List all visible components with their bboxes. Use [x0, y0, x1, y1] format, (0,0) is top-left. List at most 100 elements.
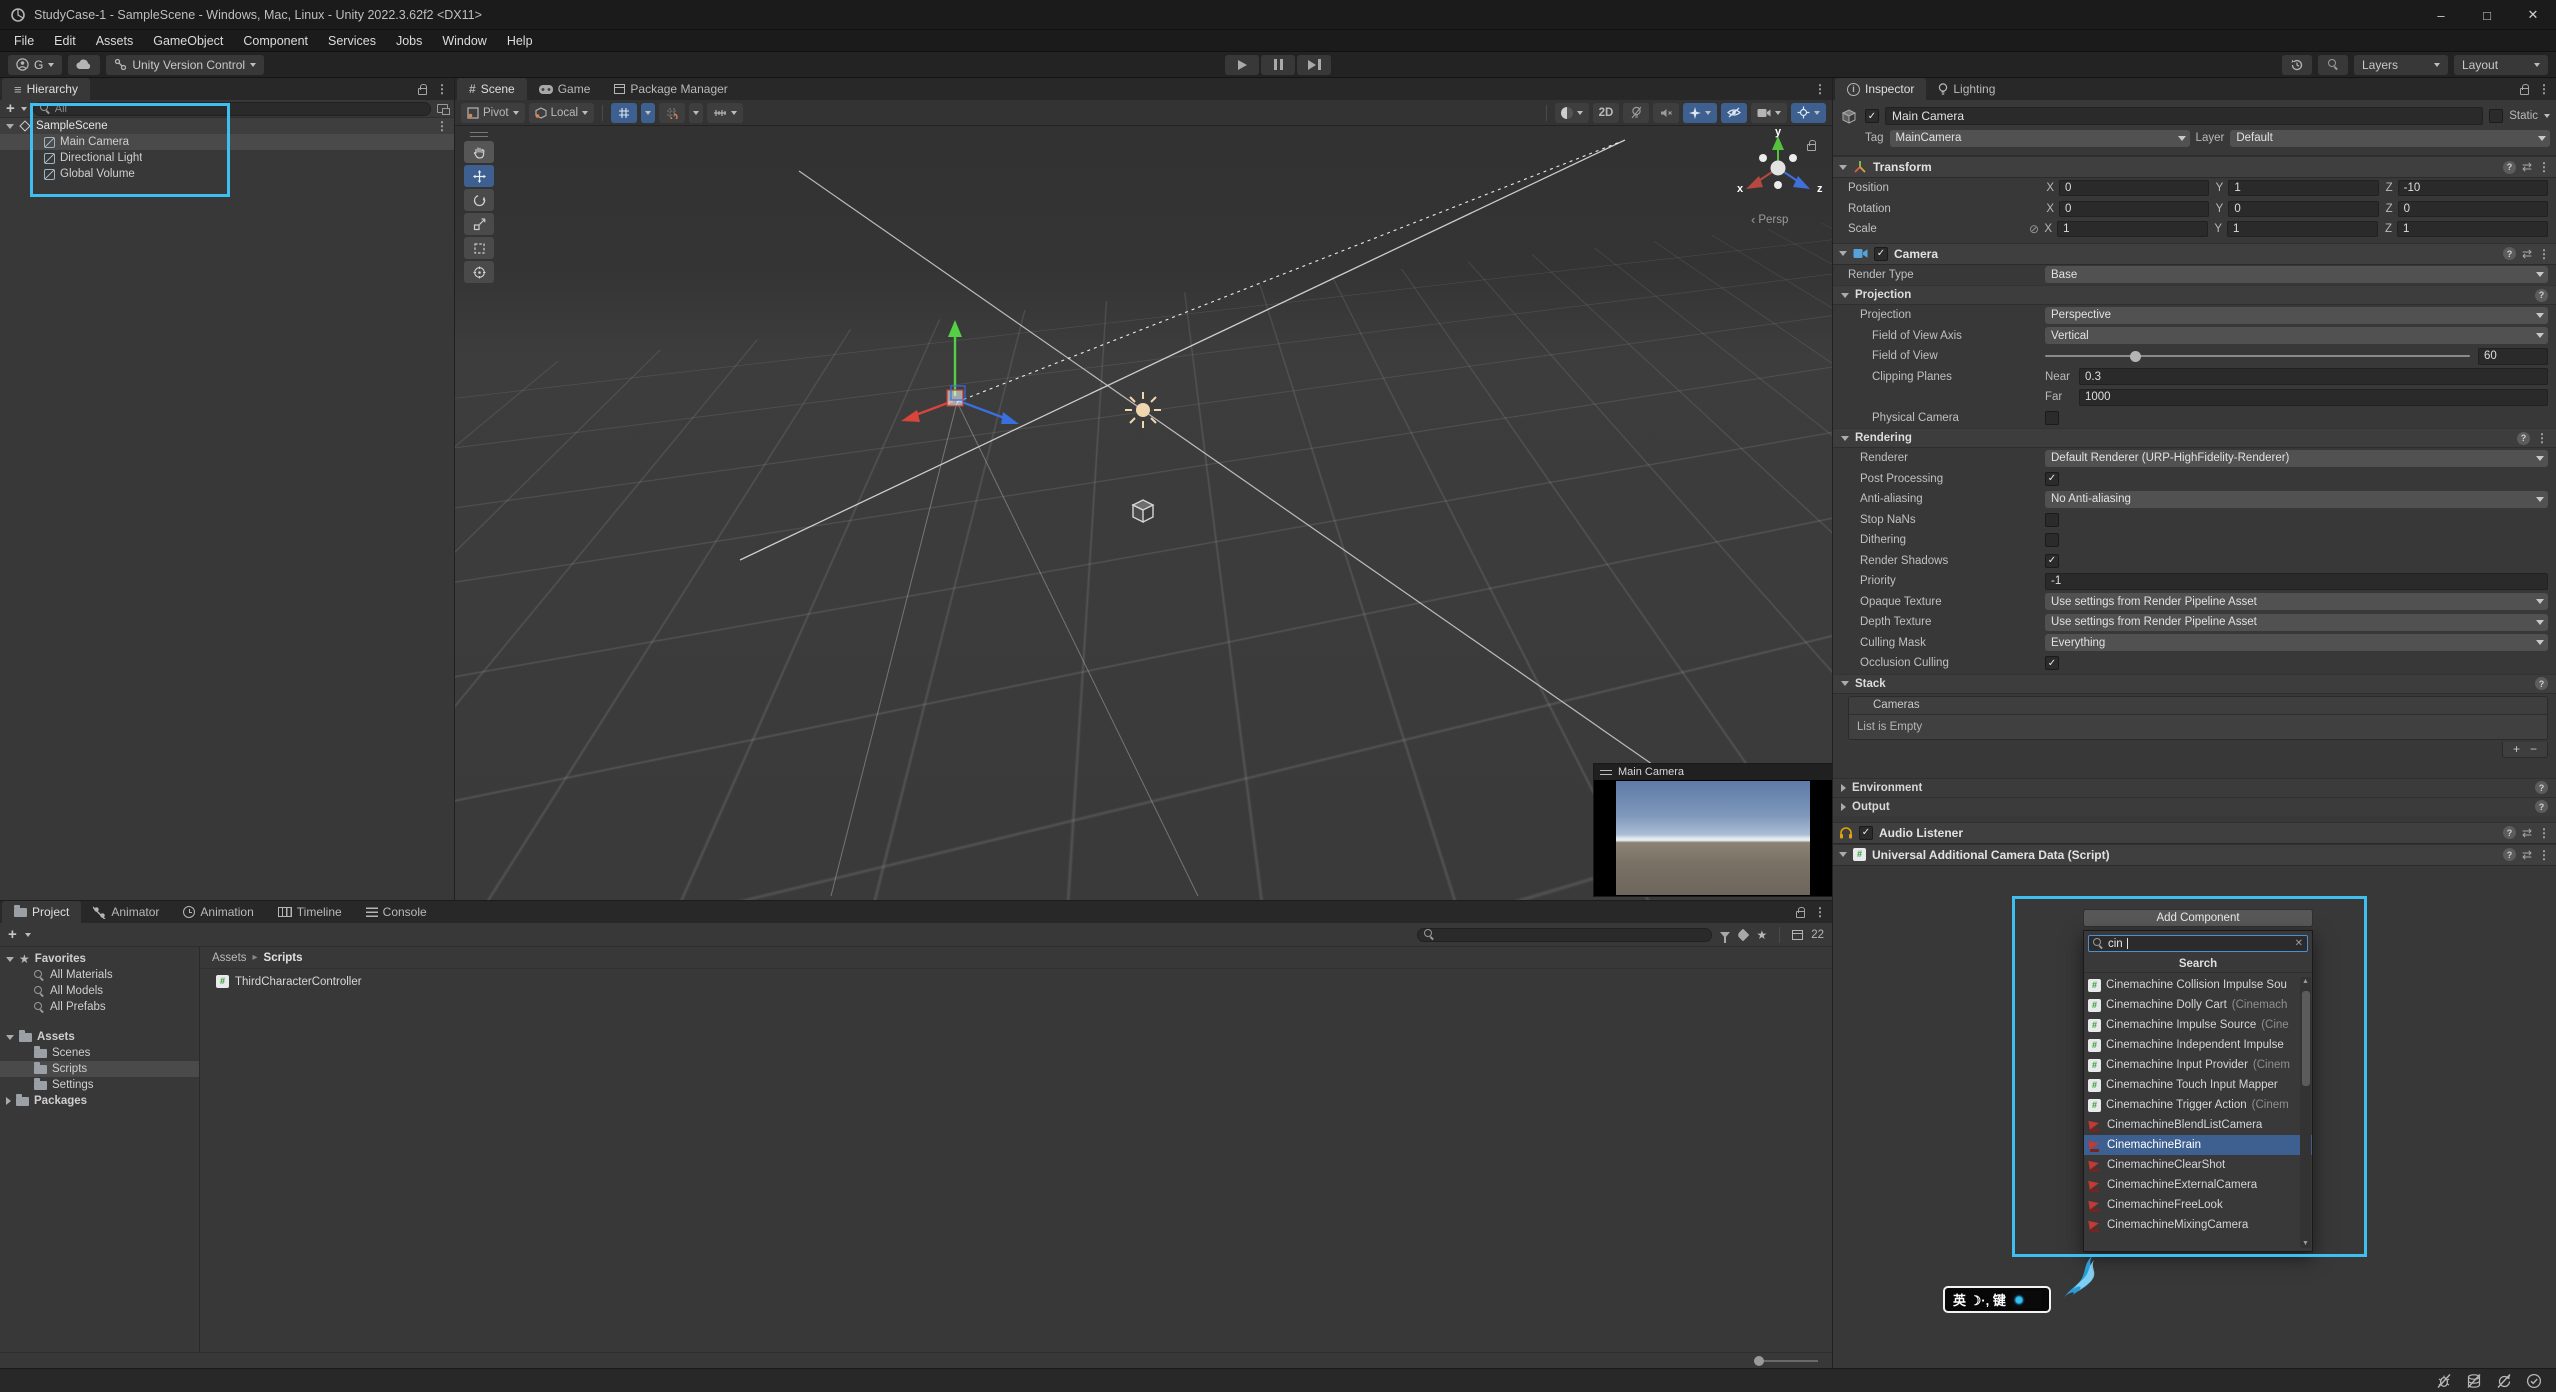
asset-file-item[interactable]: ThirdCharacterController — [200, 969, 1832, 988]
help-icon[interactable] — [2535, 781, 2548, 794]
scene-visibility-toggle[interactable] — [1721, 103, 1747, 123]
project-search[interactable] — [1417, 928, 1712, 942]
scene-lighting-toggle[interactable] — [1623, 103, 1649, 123]
menu-item[interactable]: Services — [318, 30, 386, 52]
help-icon[interactable] — [2517, 432, 2530, 445]
close-button[interactable]: ✕ — [2510, 0, 2556, 30]
snap-increment-button[interactable] — [707, 103, 743, 123]
rotate-tool-button[interactable] — [464, 189, 494, 211]
directional-light-gizmo[interactable] — [1119, 386, 1167, 434]
favorites-item[interactable]: All Prefabs — [0, 999, 199, 1015]
menu-item[interactable]: GameObject — [143, 30, 233, 52]
lock-icon[interactable] — [1796, 911, 1805, 918]
menu-item[interactable]: Help — [497, 30, 543, 52]
scene-view-tab[interactable]: Package Manager — [602, 78, 739, 100]
scene-view-tab[interactable]: Game — [527, 78, 603, 100]
asset-folder-item[interactable]: Settings — [0, 1077, 199, 1093]
cache-server-disabled-icon[interactable] — [2466, 1373, 2482, 1389]
presets-icon[interactable] — [2522, 848, 2532, 862]
menu-item[interactable]: Jobs — [386, 30, 432, 52]
priority-field[interactable]: -1 — [2045, 573, 2548, 590]
audio-listener-header[interactable]: Audio Listener — [1833, 822, 2556, 844]
foldout-icon[interactable] — [1839, 165, 1847, 170]
bottom-panel-tab[interactable]: Animator — [81, 901, 171, 923]
depth-texture-dropdown[interactable]: Use settings from Render Pipeline Asset — [2045, 614, 2548, 631]
foldout-icon[interactable] — [6, 957, 14, 962]
static-checkbox[interactable] — [2489, 109, 2503, 123]
position-y-field[interactable]: 1 — [2228, 180, 2378, 196]
scene-view-tab[interactable]: Scene — [457, 78, 527, 100]
global-volume-gizmo[interactable] — [1125, 492, 1161, 528]
foldout-icon[interactable] — [1841, 436, 1849, 441]
post-processing-checkbox[interactable] — [2045, 472, 2059, 486]
stack-add-button[interactable]: + — [2513, 743, 2520, 755]
clip-near-field[interactable]: 0.3 — [2079, 368, 2548, 385]
foldout-icon[interactable] — [1841, 681, 1849, 686]
gameobject-cube-icon[interactable] — [1839, 106, 1859, 126]
hierarchy-search-input[interactable] — [55, 103, 424, 115]
assets-row[interactable]: Assets — [0, 1029, 199, 1045]
menu-item[interactable]: Edit — [44, 30, 86, 52]
tag-dropdown[interactable]: MainCamera — [1890, 130, 2190, 147]
scroll-down-icon[interactable]: ▼ — [2300, 1240, 2311, 1247]
chevron-down-icon[interactable] — [21, 107, 27, 111]
clip-far-field[interactable]: 1000 — [2079, 389, 2548, 406]
transform-tool-button[interactable] — [464, 261, 494, 283]
create-button[interactable]: + — [6, 101, 15, 116]
version-control-button[interactable]: Unity Version Control — [106, 55, 264, 75]
component-list-item[interactable]: CinemachineFreeLook — [2084, 1195, 2312, 1215]
debugger-disabled-icon[interactable] — [2436, 1373, 2452, 1389]
packages-row[interactable]: Packages — [0, 1093, 199, 1109]
breadcrumb-current[interactable]: Scripts — [264, 952, 303, 964]
render-type-dropdown[interactable]: Base — [2045, 266, 2548, 283]
foldout-icon[interactable] — [1839, 852, 1847, 857]
scale-tool-button[interactable] — [464, 213, 494, 235]
shading-mode-dropdown[interactable] — [1555, 103, 1589, 123]
scrollbar-thumb[interactable] — [2302, 991, 2310, 1086]
fov-slider[interactable] — [2045, 355, 2470, 357]
environment-foldout[interactable]: Environment — [1833, 778, 2556, 797]
search-button[interactable] — [2318, 55, 2348, 75]
component-menu-icon[interactable] — [2538, 160, 2550, 174]
opaque-texture-dropdown[interactable]: Use settings from Render Pipeline Asset — [2045, 593, 2548, 610]
add-component-button[interactable]: Add Component — [2083, 909, 2313, 927]
camera-header[interactable]: Camera — [1833, 243, 2556, 265]
panel-menu-icon[interactable] — [436, 82, 448, 96]
renderer-dropdown[interactable]: Default Renderer (URP-HighFidelity-Rende… — [2045, 450, 2548, 467]
tab-hierarchy[interactable]: Hierarchy — [2, 78, 90, 100]
rotation-y-field[interactable]: 0 — [2228, 201, 2378, 217]
help-icon[interactable] — [2503, 848, 2516, 861]
clear-search-icon[interactable]: ✕ — [2295, 938, 2303, 949]
cloud-button[interactable] — [68, 55, 100, 75]
foldout-icon[interactable] — [6, 1035, 14, 1040]
help-icon[interactable] — [2503, 826, 2516, 839]
chevron-down-icon[interactable] — [25, 933, 31, 937]
create-asset-button[interactable]: + — [8, 927, 17, 942]
component-menu-icon[interactable] — [2538, 826, 2550, 840]
foldout-icon[interactable] — [6, 1097, 11, 1105]
menu-item[interactable]: File — [4, 30, 44, 52]
layer-dropdown[interactable]: Default — [2230, 130, 2550, 147]
gameobject-name-field[interactable]: Main Camera — [1885, 107, 2483, 125]
presets-icon[interactable] — [2522, 826, 2532, 840]
lock-icon[interactable] — [418, 88, 427, 95]
physical-camera-checkbox[interactable] — [2045, 411, 2059, 425]
grid-snap-dropdown[interactable] — [689, 103, 703, 123]
bottom-panel-tab[interactable]: Console — [354, 901, 439, 923]
component-list-item[interactable]: CinemachineMixingCamera — [2084, 1215, 2312, 1235]
dithering-checkbox[interactable] — [2045, 533, 2059, 547]
fov-axis-dropdown[interactable]: Vertical — [2045, 327, 2548, 344]
scene-picker-icon[interactable] — [437, 104, 448, 113]
2d-toggle[interactable]: 2D — [1593, 103, 1619, 123]
component-list-item[interactable]: Cinemachine Independent Impulse — [2084, 1035, 2312, 1055]
panel-menu-icon[interactable] — [1814, 905, 1826, 919]
lock-icon[interactable] — [2520, 88, 2529, 95]
component-list-item[interactable]: Cinemachine Dolly Cart (Cinemach — [2084, 995, 2312, 1015]
project-search-input[interactable] — [1439, 929, 1705, 941]
panel-menu-icon[interactable] — [2538, 82, 2550, 96]
layers-dropdown[interactable]: Layers — [2354, 55, 2448, 75]
bottom-panel-tab[interactable]: Timeline — [266, 901, 354, 923]
uniform-scale-link-icon[interactable] — [2029, 222, 2039, 236]
scroll-up-icon[interactable]: ▲ — [2300, 978, 2311, 985]
scene-viewport[interactable]: y x z Persp — [455, 126, 1832, 900]
